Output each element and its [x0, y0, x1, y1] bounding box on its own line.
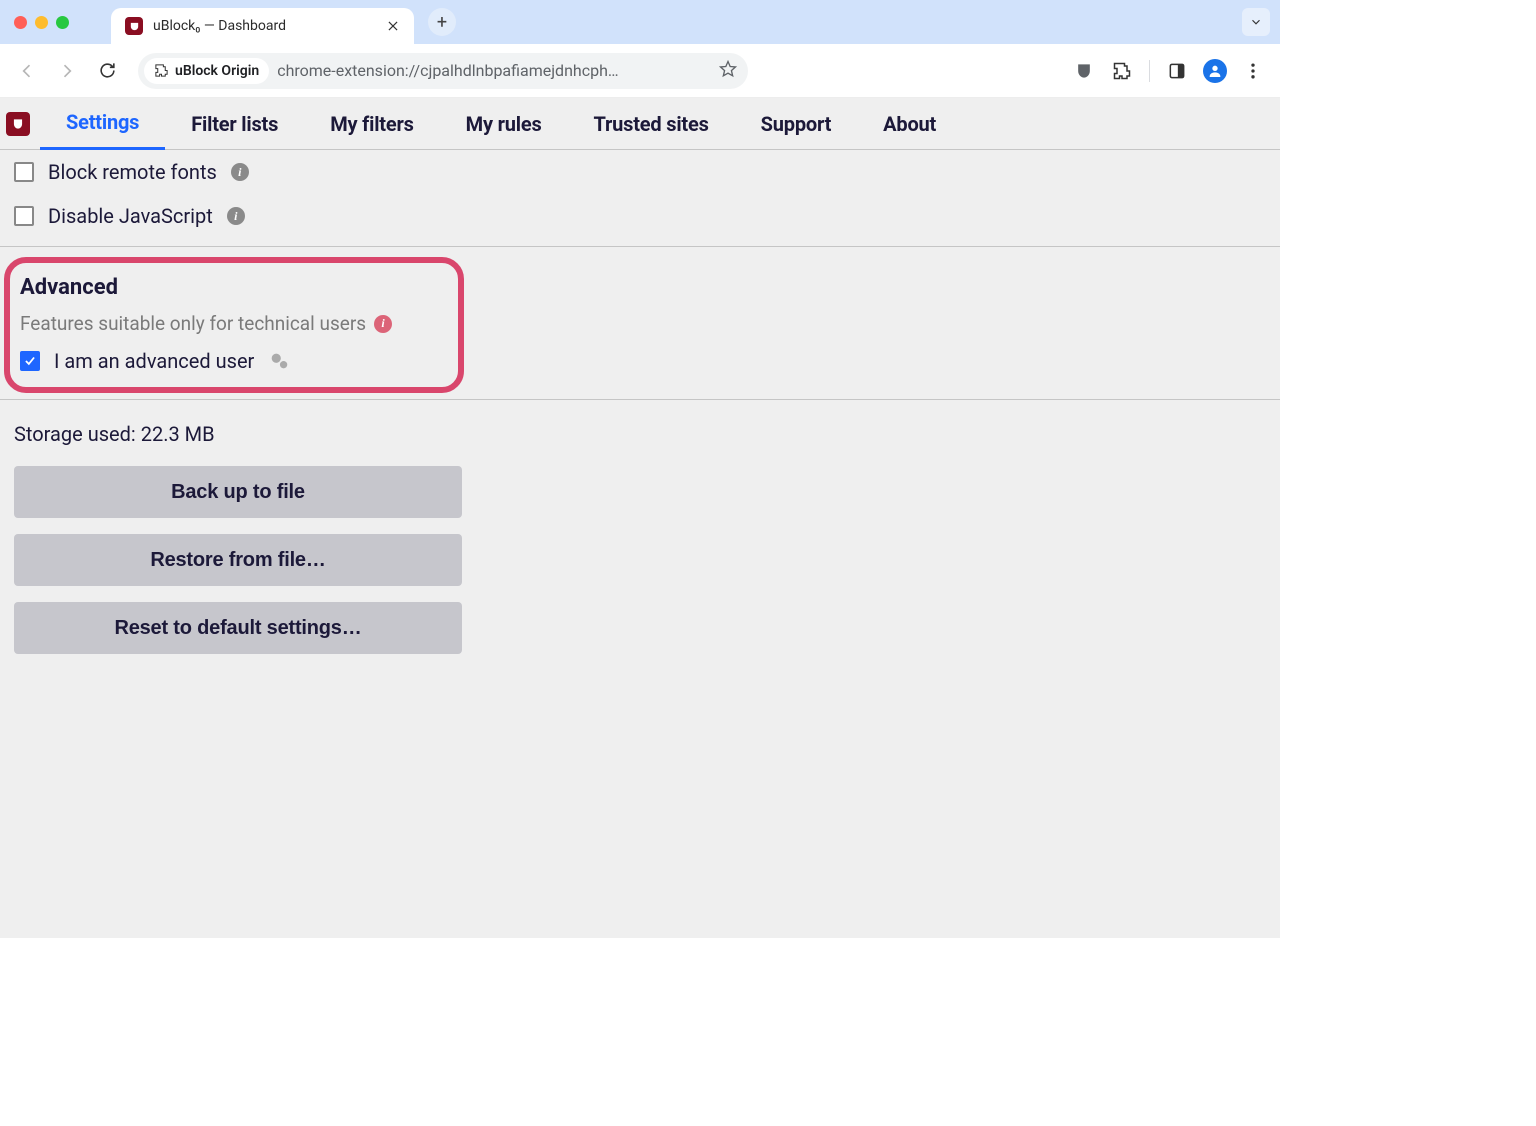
tab-my-rules[interactable]: My rules [440, 98, 568, 150]
advanced-user-label: I am an advanced user [54, 349, 254, 373]
window-controls [14, 16, 69, 29]
tab-about[interactable]: About [857, 98, 962, 150]
bookmark-star-icon[interactable] [718, 59, 738, 83]
disable-javascript-checkbox[interactable] [14, 206, 34, 226]
advanced-section-highlight: Advanced Features suitable only for tech… [4, 257, 464, 393]
ublock-logo-icon [6, 112, 30, 136]
advanced-user-row: I am an advanced user [20, 349, 448, 373]
storage-used-label: Storage used: 22.3 MB [0, 400, 1280, 460]
tab-overflow-button[interactable] [1242, 8, 1270, 36]
window-close-button[interactable] [14, 16, 27, 29]
profile-avatar[interactable] [1198, 54, 1232, 88]
disable-javascript-label: Disable JavaScript [48, 204, 213, 228]
browser-tab[interactable]: uBlock₀ — Dashboard [111, 8, 414, 44]
button-stack: Back up to file Restore from file… Reset… [0, 460, 1280, 660]
ublock-favicon [125, 17, 143, 35]
divider [0, 246, 1280, 247]
extension-chip-label: uBlock Origin [175, 63, 259, 79]
gears-icon[interactable] [268, 350, 290, 372]
new-tab-button[interactable]: + [428, 8, 456, 36]
browser-toolbar: uBlock Origin chrome-extension://cjpalhd… [0, 44, 1280, 98]
tab-settings[interactable]: Settings [40, 98, 165, 150]
tab-strip: uBlock₀ — Dashboard + [0, 0, 1280, 44]
reset-button[interactable]: Reset to default settings… [14, 602, 462, 654]
forward-button[interactable] [50, 54, 84, 88]
omnibox-url: chrome-extension://cjpalhdlnbpafiamejdnh… [277, 61, 710, 80]
restore-button[interactable]: Restore from file… [14, 534, 462, 586]
advanced-user-checkbox[interactable] [20, 351, 40, 371]
extensions-icon[interactable] [1105, 54, 1139, 88]
block-remote-fonts-label: Block remote fonts [48, 160, 217, 184]
info-icon[interactable]: i [374, 315, 392, 333]
setting-block-remote-fonts: Block remote fonts i [0, 150, 1280, 194]
extension-chip[interactable]: uBlock Origin [144, 58, 269, 84]
reload-button[interactable] [90, 54, 124, 88]
tab-title: uBlock₀ — Dashboard [153, 18, 376, 34]
window-fullscreen-button[interactable] [56, 16, 69, 29]
advanced-subtitle-row: Features suitable only for technical use… [20, 312, 448, 335]
toolbar-separator [1149, 60, 1150, 82]
info-icon[interactable]: i [227, 207, 245, 225]
advanced-heading: Advanced [20, 275, 448, 300]
tab-close-button[interactable] [386, 19, 400, 33]
backup-button[interactable]: Back up to file [14, 466, 462, 518]
setting-disable-javascript: Disable JavaScript i [0, 194, 1280, 238]
settings-panel: Block remote fonts i Disable JavaScript … [0, 150, 1280, 660]
dashboard-tabs: Settings Filter lists My filters My rule… [0, 98, 1280, 150]
block-remote-fonts-checkbox[interactable] [14, 162, 34, 182]
ublock-dashboard: Settings Filter lists My filters My rule… [0, 98, 1280, 938]
ublock-extension-icon[interactable] [1067, 54, 1101, 88]
toolbar-right [1067, 54, 1270, 88]
tab-my-filters[interactable]: My filters [304, 98, 439, 150]
side-panel-icon[interactable] [1160, 54, 1194, 88]
tab-trusted-sites[interactable]: Trusted sites [568, 98, 735, 150]
tab-filter-lists[interactable]: Filter lists [165, 98, 304, 150]
browser-chrome: uBlock₀ — Dashboard + uBlock Origin chro… [0, 0, 1280, 98]
back-button[interactable] [10, 54, 44, 88]
tab-support[interactable]: Support [735, 98, 858, 150]
advanced-subtitle: Features suitable only for technical use… [20, 312, 366, 335]
info-icon[interactable]: i [231, 163, 249, 181]
window-minimize-button[interactable] [35, 16, 48, 29]
kebab-menu-icon[interactable] [1236, 54, 1270, 88]
omnibox[interactable]: uBlock Origin chrome-extension://cjpalhd… [138, 53, 748, 89]
